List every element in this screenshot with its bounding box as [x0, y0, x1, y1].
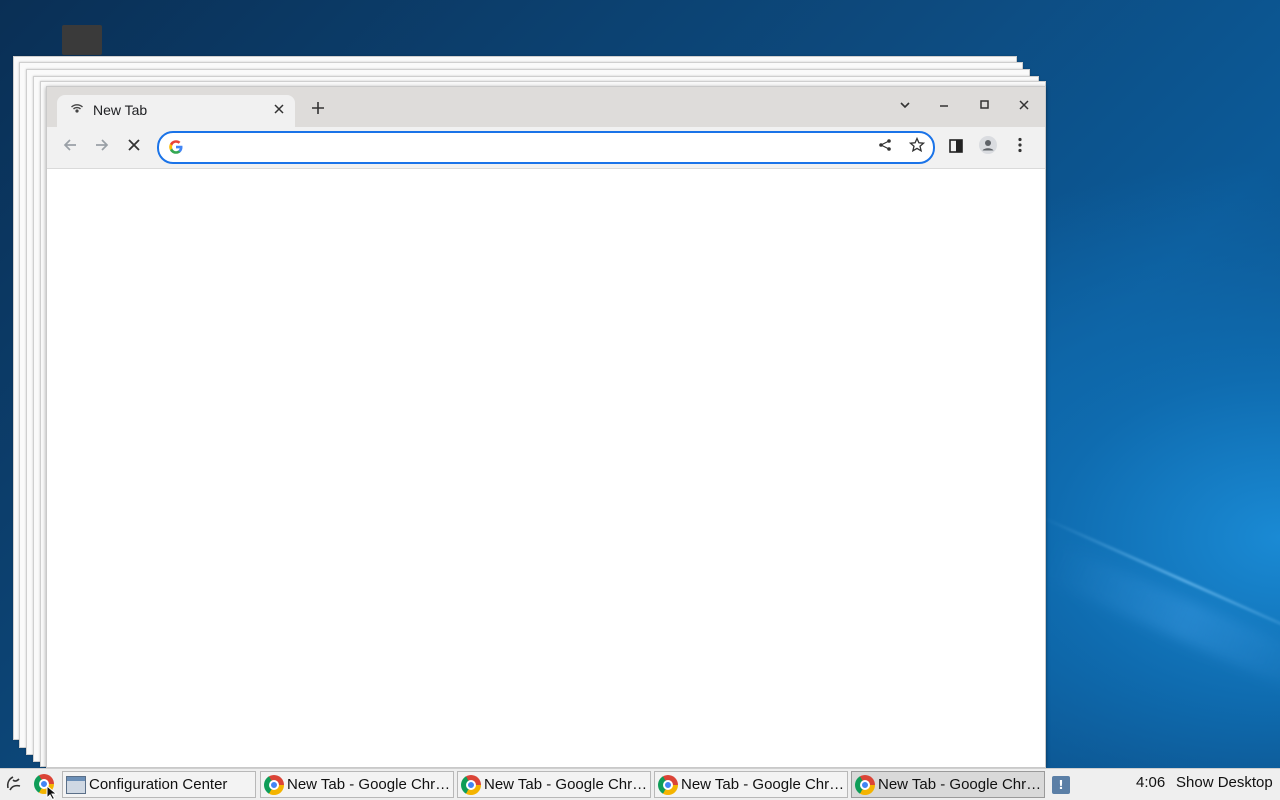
- chrome-icon: [855, 775, 875, 795]
- taskbar-item-label: Configuration Center: [89, 776, 228, 793]
- minimize-button[interactable]: [932, 95, 956, 119]
- taskbar-item-chrome[interactable]: New Tab - Google Chr…: [457, 771, 651, 798]
- chrome-icon: [461, 775, 481, 795]
- chrome-icon: [264, 775, 284, 795]
- desktop-icon[interactable]: [62, 25, 102, 55]
- google-icon: [168, 139, 184, 155]
- title-bar[interactable]: New Tab: [47, 87, 1045, 127]
- config-window-icon: [66, 775, 86, 795]
- profile-icon[interactable]: [975, 135, 1001, 161]
- show-desktop-button[interactable]: Show Desktop: [1176, 774, 1273, 791]
- browser-window: New Tab: [46, 86, 1046, 768]
- menu-icon[interactable]: [1007, 135, 1033, 161]
- new-tab-icon: [69, 103, 85, 119]
- taskbar-item-chrome[interactable]: New Tab - Google Chr…: [654, 771, 848, 798]
- share-icon[interactable]: [875, 137, 895, 157]
- taskbar-item-label: New Tab - Google Chr…: [287, 776, 451, 793]
- taskbar-item-label: New Tab - Google Chr…: [681, 776, 845, 793]
- stop-button[interactable]: [121, 135, 147, 161]
- star-icon[interactable]: [907, 136, 927, 157]
- maximize-button[interactable]: [972, 95, 996, 119]
- back-button[interactable]: [57, 135, 83, 161]
- browser-toolbar: [47, 127, 1045, 169]
- mouse-cursor-icon: [46, 785, 58, 800]
- page-content[interactable]: [47, 169, 1045, 767]
- taskbar-item-label: New Tab - Google Chr…: [878, 776, 1042, 793]
- chevron-down-icon[interactable]: [893, 95, 917, 119]
- taskbar-item-label: New Tab - Google Chr…: [484, 776, 648, 793]
- side-panel-icon[interactable]: [943, 135, 969, 161]
- start-menu-button[interactable]: [3, 774, 25, 796]
- forward-button[interactable]: [89, 135, 115, 161]
- tab-title: New Tab: [93, 102, 148, 118]
- address-bar[interactable]: [157, 131, 935, 164]
- notification-tray-icon[interactable]: !: [1052, 776, 1070, 794]
- clock[interactable]: 4:06: [1136, 774, 1165, 791]
- chrome-icon: [658, 775, 678, 795]
- taskbar: Configuration Center New Tab - Google Ch…: [0, 768, 1280, 800]
- taskbar-item-configuration-center[interactable]: Configuration Center: [62, 771, 256, 798]
- new-tab-button[interactable]: [305, 98, 331, 124]
- taskbar-item-chrome-active[interactable]: New Tab - Google Chr…: [851, 771, 1045, 798]
- tab-new-tab[interactable]: New Tab: [57, 95, 295, 127]
- wallpaper-glow: [1041, 541, 1280, 701]
- close-icon[interactable]: [271, 103, 287, 119]
- taskbar-item-chrome[interactable]: New Tab - Google Chr…: [260, 771, 454, 798]
- address-input[interactable]: [193, 137, 857, 159]
- window-close-button[interactable]: [1012, 95, 1036, 119]
